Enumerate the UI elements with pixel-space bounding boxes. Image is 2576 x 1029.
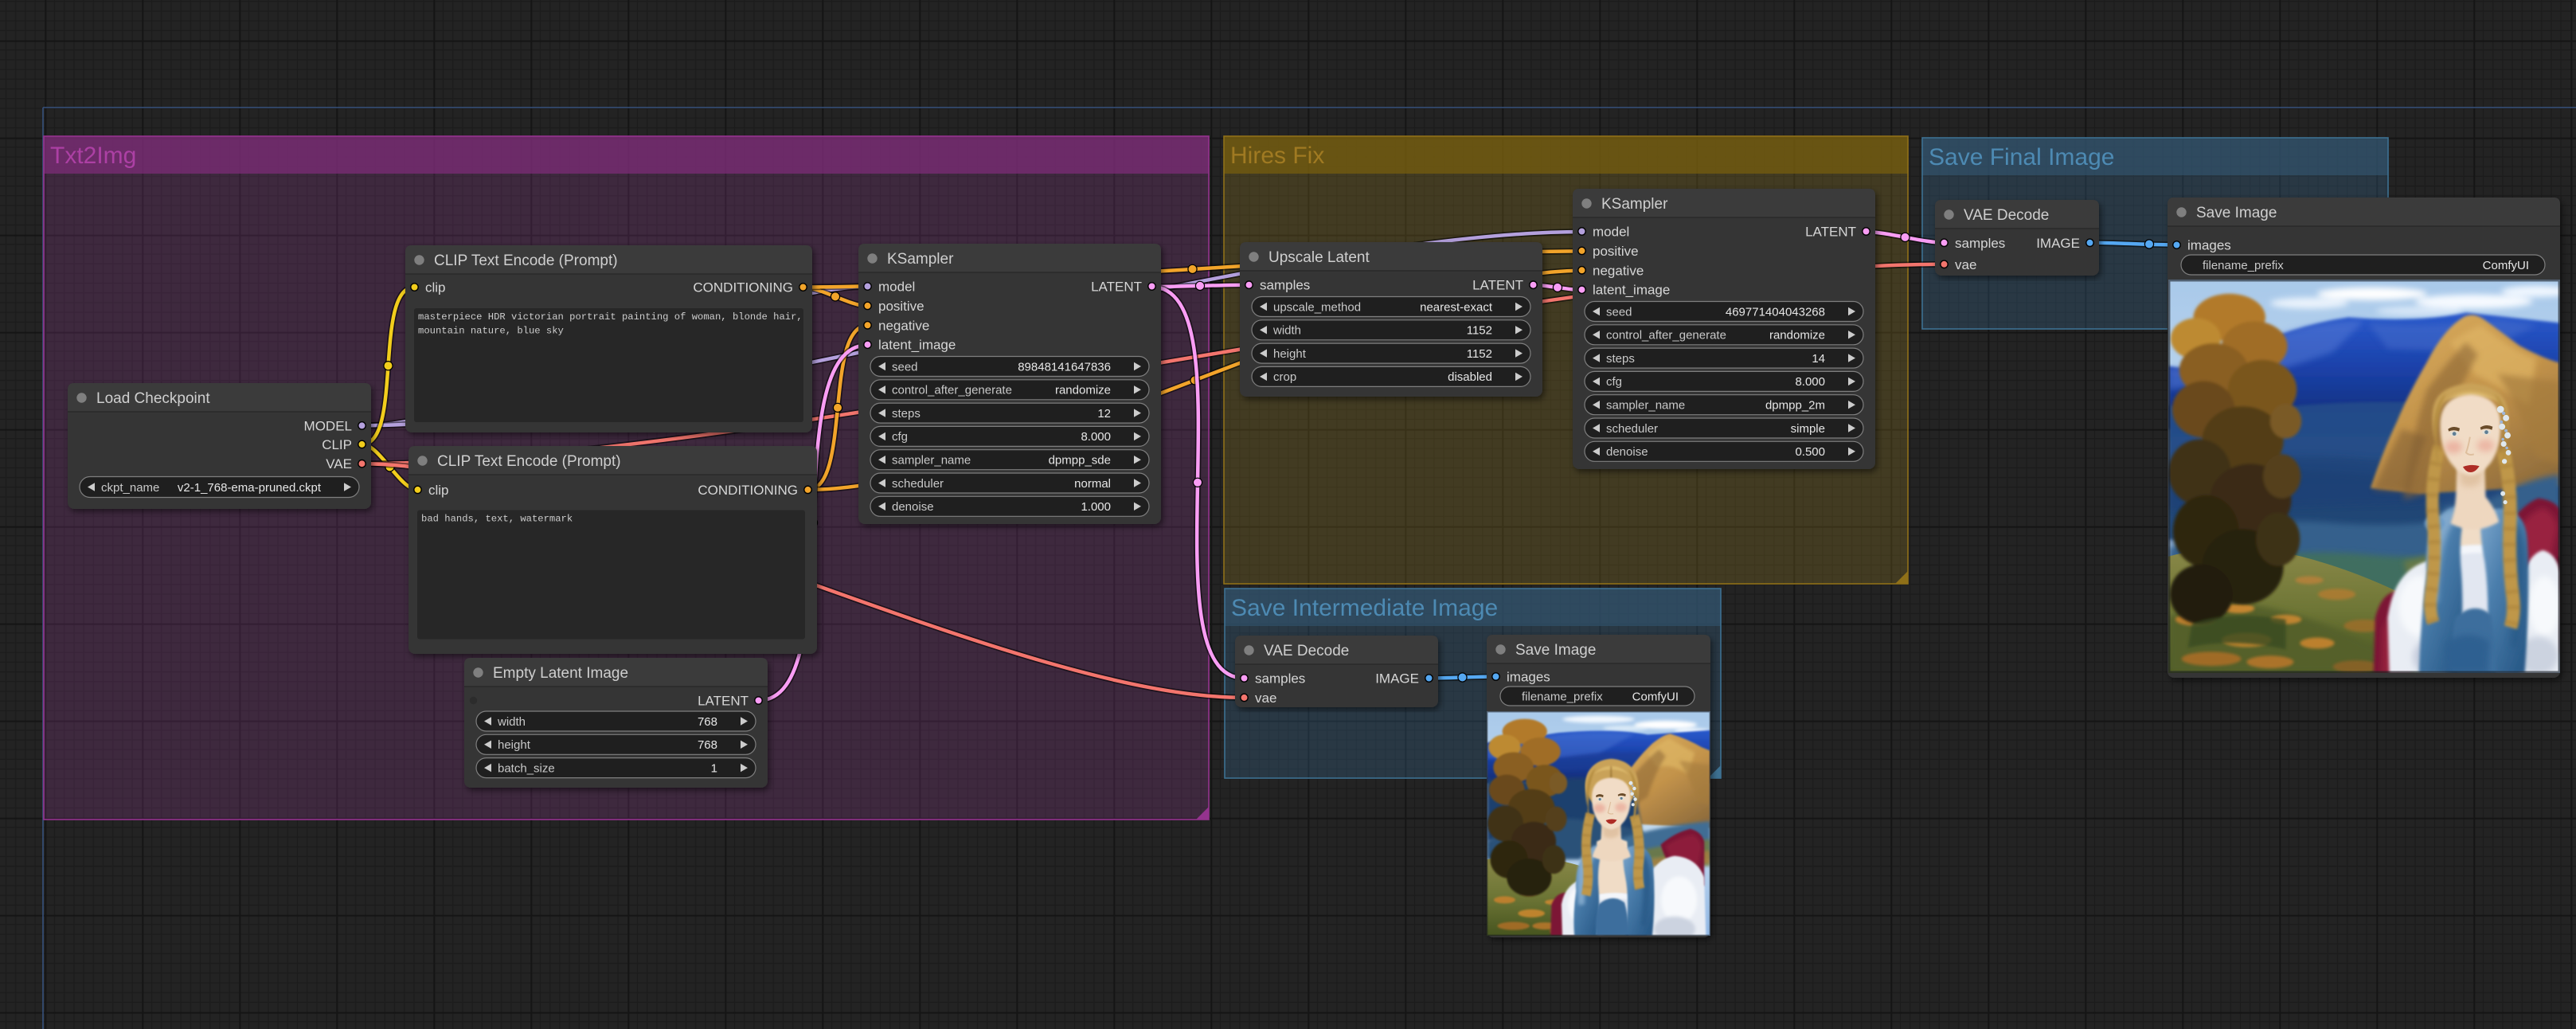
svg-text:VAE Decode: VAE Decode (1964, 207, 2049, 224)
svg-text:clip: clip (425, 280, 446, 295)
svg-text:MODEL: MODEL (304, 418, 352, 433)
svg-text:VAE: VAE (326, 456, 352, 471)
svg-text:CONDITIONING: CONDITIONING (693, 280, 793, 295)
svg-text:simple: simple (1791, 422, 1825, 436)
svg-text:height: height (1273, 347, 1307, 361)
svg-text:Save Final Image: Save Final Image (1929, 144, 2114, 170)
svg-text:v2-1_768-ema-pruned.ckpt: v2-1_768-ema-pruned.ckpt (178, 481, 322, 495)
svg-text:0.500: 0.500 (1795, 445, 1825, 459)
svg-text:positive: positive (1593, 244, 1639, 259)
svg-text:mountain nature, blue sky: mountain nature, blue sky (418, 326, 564, 337)
svg-text:Save Intermediate Image: Save Intermediate Image (1231, 595, 1498, 621)
svg-text:nearest-exact: nearest-exact (1420, 300, 1493, 314)
svg-text:12: 12 (1097, 407, 1111, 421)
svg-text:clip: clip (428, 483, 449, 498)
svg-text:14: 14 (1812, 352, 1825, 366)
svg-text:Hires Fix: Hires Fix (1230, 143, 1324, 169)
svg-text:latent_image: latent_image (1593, 283, 1670, 298)
svg-text:positive: positive (878, 299, 924, 314)
svg-text:latent_image: latent_image (878, 338, 956, 353)
svg-text:LATENT: LATENT (1805, 225, 1856, 240)
svg-text:height: height (498, 738, 531, 752)
svg-text:LATENT: LATENT (1472, 278, 1523, 293)
svg-text:1.000: 1.000 (1081, 500, 1111, 514)
svg-text:469771404043268: 469771404043268 (1726, 305, 1825, 319)
svg-text:normal: normal (1074, 477, 1111, 491)
svg-text:1152: 1152 (1467, 324, 1492, 338)
svg-text:scheduler: scheduler (1606, 422, 1658, 436)
svg-text:Save Image: Save Image (1515, 642, 1596, 659)
svg-text:scheduler: scheduler (892, 477, 944, 491)
svg-text:control_after_generate: control_after_generate (892, 384, 1012, 397)
svg-text:batch_size: batch_size (498, 761, 555, 775)
svg-text:images: images (2187, 238, 2231, 253)
svg-text:CLIP: CLIP (322, 437, 352, 452)
svg-text:negative: negative (1593, 263, 1644, 278)
svg-text:sampler_name: sampler_name (1606, 399, 1685, 413)
svg-text:8.000: 8.000 (1795, 375, 1825, 389)
svg-text:1: 1 (711, 761, 717, 775)
svg-text:filename_prefix: filename_prefix (1522, 690, 1603, 703)
svg-text:Empty Latent Image: Empty Latent Image (493, 665, 628, 682)
svg-text:LATENT: LATENT (1091, 280, 1142, 295)
svg-text:8.000: 8.000 (1081, 430, 1111, 444)
svg-text:images: images (1507, 670, 1550, 685)
svg-text:VAE Decode: VAE Decode (1264, 643, 1349, 659)
svg-text:Load Checkpoint: Load Checkpoint (96, 390, 210, 407)
svg-text:cfg: cfg (892, 430, 908, 444)
svg-text:Txt2Img: Txt2Img (50, 143, 136, 169)
svg-text:control_after_generate: control_after_generate (1606, 329, 1726, 342)
svg-text:model: model (878, 280, 915, 295)
svg-text:dpmpp_sde: dpmpp_sde (1049, 454, 1111, 468)
svg-text:ComfyUI: ComfyUI (2483, 259, 2529, 272)
svg-text:disabled: disabled (1448, 370, 1492, 384)
svg-text:vae: vae (1255, 691, 1276, 706)
svg-text:89848141647836: 89848141647836 (1018, 360, 1111, 374)
svg-text:cfg: cfg (1606, 375, 1622, 389)
svg-text:dpmpp_2m: dpmpp_2m (1765, 399, 1825, 413)
svg-text:seed: seed (892, 360, 918, 374)
svg-text:sampler_name: sampler_name (892, 454, 971, 468)
svg-text:bad hands, text, watermark: bad hands, text, watermark (421, 514, 573, 525)
svg-text:1152: 1152 (1467, 347, 1492, 361)
svg-text:Upscale Latent: Upscale Latent (1268, 249, 1370, 266)
svg-text:filename_prefix: filename_prefix (2203, 259, 2284, 272)
svg-text:vae: vae (1955, 257, 1976, 272)
svg-text:ckpt_name: ckpt_name (101, 481, 159, 495)
svg-text:LATENT: LATENT (698, 694, 749, 709)
svg-text:ComfyUI: ComfyUI (1632, 690, 1679, 703)
svg-text:model: model (1593, 225, 1629, 240)
svg-text:CONDITIONING: CONDITIONING (698, 483, 798, 498)
svg-text:KSampler: KSampler (887, 251, 954, 268)
svg-text:CLIP Text Encode (Prompt): CLIP Text Encode (Prompt) (437, 453, 621, 470)
svg-text:samples: samples (1955, 236, 2005, 251)
svg-text:seed: seed (1606, 305, 1632, 319)
svg-text:KSampler: KSampler (1601, 196, 1668, 213)
svg-text:denoise: denoise (1606, 445, 1648, 459)
svg-text:768: 768 (698, 715, 717, 729)
svg-text:randomize: randomize (1769, 329, 1825, 342)
svg-text:CLIP Text Encode (Prompt): CLIP Text Encode (Prompt) (434, 252, 618, 269)
svg-text:steps: steps (892, 407, 921, 421)
svg-text:negative: negative (878, 318, 929, 333)
svg-text:samples: samples (1255, 671, 1305, 687)
svg-text:denoise: denoise (892, 500, 934, 514)
svg-text:IMAGE: IMAGE (1375, 671, 1419, 687)
svg-text:randomize: randomize (1055, 384, 1111, 397)
svg-text:upscale_method: upscale_method (1273, 300, 1361, 314)
svg-text:masterpiece HDR victorian port: masterpiece HDR victorian portrait paint… (418, 311, 803, 323)
svg-text:IMAGE: IMAGE (2036, 236, 2080, 251)
svg-text:width: width (1272, 324, 1301, 338)
svg-text:crop: crop (1273, 370, 1296, 384)
svg-text:width: width (497, 715, 526, 729)
svg-text:samples: samples (1260, 278, 1310, 293)
svg-text:768: 768 (698, 738, 717, 752)
svg-text:steps: steps (1606, 352, 1635, 366)
svg-text:Save Image: Save Image (2196, 205, 2277, 221)
